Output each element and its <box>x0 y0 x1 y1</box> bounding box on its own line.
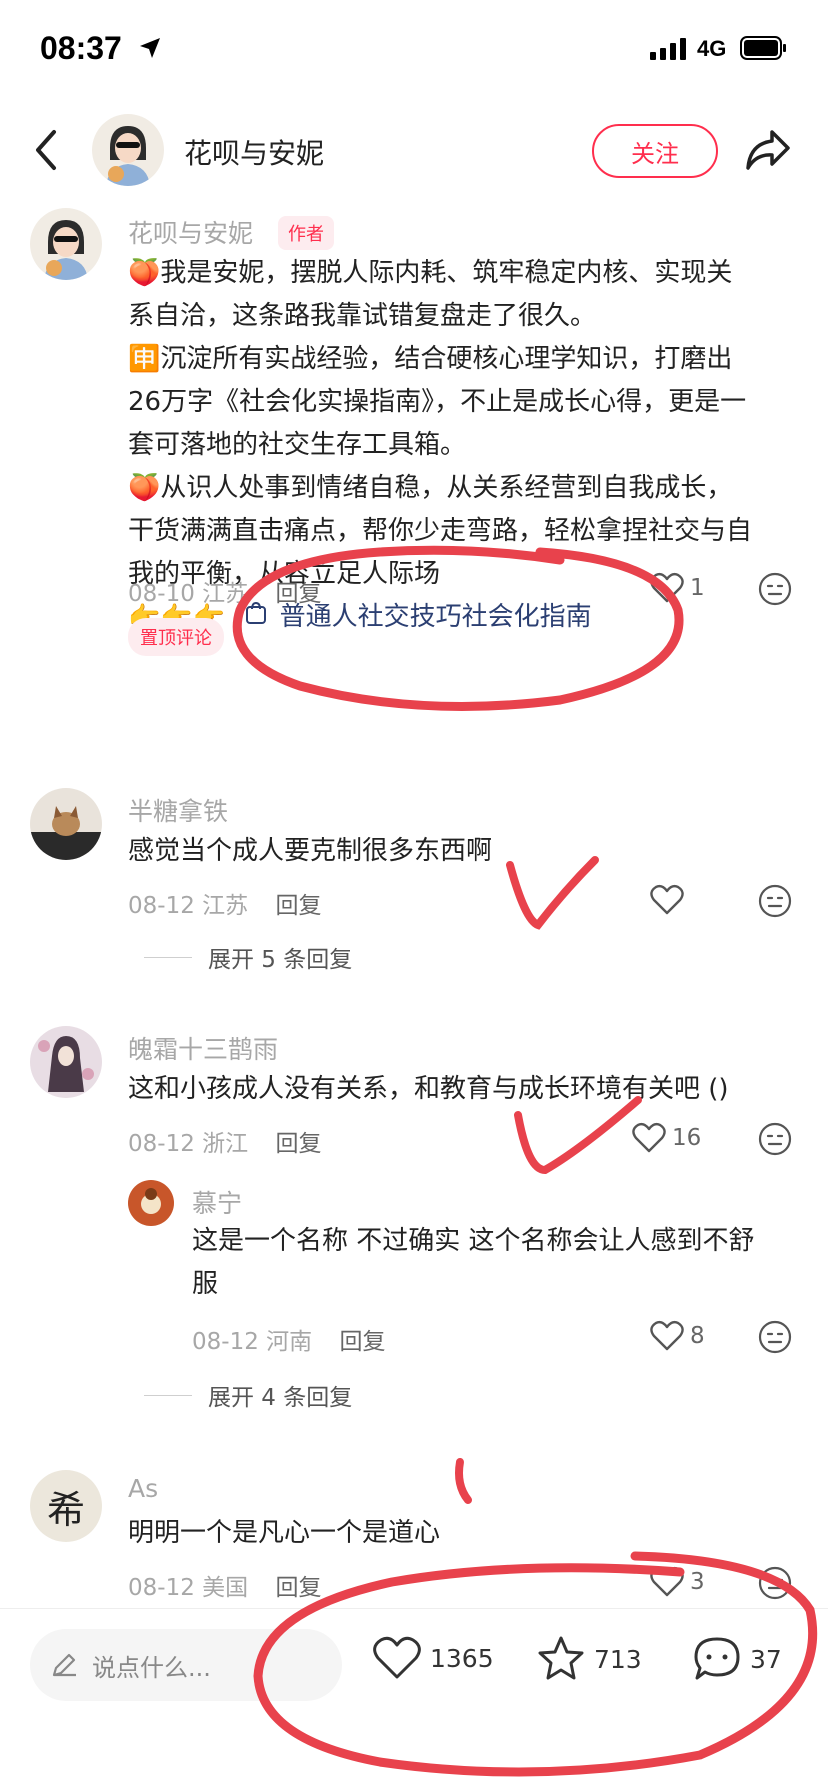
divider-line <box>144 1394 192 1396</box>
share-icon[interactable] <box>744 128 792 172</box>
comment-text: 这和小孩成人没有关系，和教育与成长环境有关吧 () <box>128 1074 729 1104</box>
divider-line <box>144 956 192 958</box>
annotation-tick <box>455 1458 472 1504</box>
like-button[interactable]: 8 <box>650 1320 705 1352</box>
comment-line: 干货满满直击痛点，帮你少走弯路，轻松拿捏社交与自 <box>128 516 753 546</box>
post-like-count: 1365 <box>430 1643 494 1673</box>
reply-button[interactable]: 回复 <box>339 1329 385 1355</box>
product-link[interactable]: 普通人社交技巧社会化指南 <box>280 602 592 632</box>
follow-button[interactable]: 关注 <box>592 124 718 178</box>
reply-text: 这是一个名称 不过确实 这个名称会让人感到不舒 服 <box>192 1220 792 1306</box>
comment-location: 美国 <box>202 1575 249 1601</box>
like-button[interactable] <box>650 884 684 916</box>
heart-icon <box>650 884 684 915</box>
commenter-name[interactable]: 花呗与安妮 <box>128 214 253 250</box>
comment-date: 08-12 <box>128 1575 195 1601</box>
star-icon <box>538 1636 584 1680</box>
heart-icon <box>650 572 684 603</box>
annotation-check-1 <box>506 856 599 930</box>
comment-meta: 08-12 美国 回复 <box>128 1568 321 1602</box>
reply-button[interactable]: 回复 <box>275 1575 321 1601</box>
author-name: 花呗与安妮 <box>184 137 325 170</box>
pinned-badge: 置顶评论 <box>128 618 224 656</box>
comment-input[interactable]: 说点什么... <box>30 1629 342 1701</box>
comment-meta: 08-12 浙江 回复 <box>128 1124 321 1158</box>
post-comment-count: 37 <box>750 1644 782 1674</box>
reply-location: 河南 <box>266 1329 313 1355</box>
comment-text: 明明一个是凡心一个是道心 <box>128 1518 441 1548</box>
comment-meta: 08-12 江苏 回复 <box>128 886 321 920</box>
comment-line: 系自洽，这条路我靠试错复盘走了很久。 <box>128 301 597 331</box>
chat-bubble-icon <box>694 1637 740 1680</box>
reply-button[interactable]: 回复 <box>275 1131 321 1157</box>
bottom-action-bar: 说点什么... 1365 713 37 <box>0 1608 828 1792</box>
back-arrow-icon[interactable] <box>34 128 58 172</box>
comment-location: 浙江 <box>202 1131 249 1157</box>
comment-line: 26万字《社会化实操指南》，不止是成长心得，更是一 <box>128 387 747 417</box>
comment-location: 江苏 <box>202 893 249 919</box>
commenter-name[interactable]: As <box>128 1474 158 1503</box>
comment-line: 套可落地的社交生存工具箱。 <box>128 430 467 460</box>
expand-replies[interactable]: 展开 5 条回复 <box>144 940 352 974</box>
replier-name[interactable]: 慕宁 <box>192 1184 242 1220</box>
top-header: 花呗与安妮 关注 <box>0 110 828 190</box>
author-tag: 作者 <box>278 216 334 250</box>
like-button[interactable]: 3 <box>650 1566 705 1598</box>
comment-line: 🍑我是安妮，摆脱人际内耗、筑牢稳定内核、实现关 <box>128 258 733 288</box>
commenter-avatar[interactable]: 希 <box>30 1470 102 1542</box>
heart-icon <box>650 1320 684 1351</box>
location-arrow-icon <box>140 38 160 58</box>
dislike-face-icon[interactable] <box>758 1566 792 1600</box>
battery-icon <box>740 36 786 60</box>
avatar-glyph: 希 <box>46 1487 85 1532</box>
comment-input-placeholder: 说点什么... <box>92 1653 211 1682</box>
commenter-avatar[interactable] <box>30 788 102 860</box>
comment-post-button[interactable]: 37 <box>692 1635 782 1683</box>
expand-label: 展开 4 条回复 <box>208 1385 353 1411</box>
dislike-face-icon[interactable] <box>758 572 792 606</box>
pencil-icon <box>52 1653 76 1677</box>
like-post-button[interactable]: 1365 <box>372 1635 494 1681</box>
post-favorite-count: 713 <box>594 1644 642 1674</box>
reply-button[interactable]: 回复 <box>275 581 321 607</box>
like-button[interactable]: 1 <box>650 572 705 604</box>
like-count: 16 <box>672 1125 702 1151</box>
comment-text: 感觉当个成人要克制很多东西啊 <box>128 836 493 866</box>
author-avatar[interactable] <box>92 114 164 186</box>
dislike-face-icon[interactable] <box>758 1122 792 1156</box>
comment-line: 🈸沉淀所有实战经验，结合硬核心理学知识，打磨出 <box>128 344 733 374</box>
reply-date: 08-12 <box>192 1329 259 1355</box>
commenter-name[interactable]: 半糖拿铁 <box>128 792 228 828</box>
commenter-name[interactable]: 魄霜十三鹊雨 <box>128 1030 278 1066</box>
heart-icon <box>650 1566 684 1597</box>
comment-date: 08-12 <box>128 1131 195 1157</box>
like-count: 1 <box>690 575 705 601</box>
comment-line: 🍑从识人处事到情绪自稳，从关系经营到自我成长， <box>128 473 733 503</box>
like-count: 8 <box>690 1323 705 1349</box>
status-time: 08:37 <box>40 30 122 66</box>
expand-replies[interactable]: 展开 4 条回复 <box>144 1378 352 1412</box>
signal-icon <box>650 38 686 60</box>
heart-icon <box>373 1636 421 1679</box>
favorite-post-button[interactable]: 713 <box>536 1635 642 1683</box>
reply-line: 服 <box>192 1269 219 1299</box>
comment-date: 08-12 <box>128 893 195 919</box>
reply-meta: 08-12 河南 回复 <box>192 1322 385 1356</box>
dislike-face-icon[interactable] <box>758 884 792 918</box>
heart-icon <box>632 1122 666 1153</box>
status-bar: 08:37 4G <box>0 0 828 100</box>
commenter-avatar[interactable] <box>30 208 102 280</box>
like-button[interactable]: 16 <box>632 1122 701 1154</box>
reply-button[interactable]: 回复 <box>275 893 321 919</box>
like-count: 3 <box>690 1569 705 1595</box>
expand-label: 展开 5 条回复 <box>208 947 353 973</box>
comment-meta: 08-10 江苏 回复 <box>128 574 321 608</box>
dislike-face-icon[interactable] <box>758 1320 792 1354</box>
comment-date: 08-10 <box>128 581 195 607</box>
reply-line: 这是一个名称 不过确实 这个名称会让人感到不舒 <box>192 1226 755 1256</box>
commenter-avatar[interactable] <box>30 1026 102 1098</box>
network-type: 4G <box>697 36 727 61</box>
replier-avatar[interactable] <box>128 1180 174 1226</box>
comment-location: 江苏 <box>202 581 249 607</box>
